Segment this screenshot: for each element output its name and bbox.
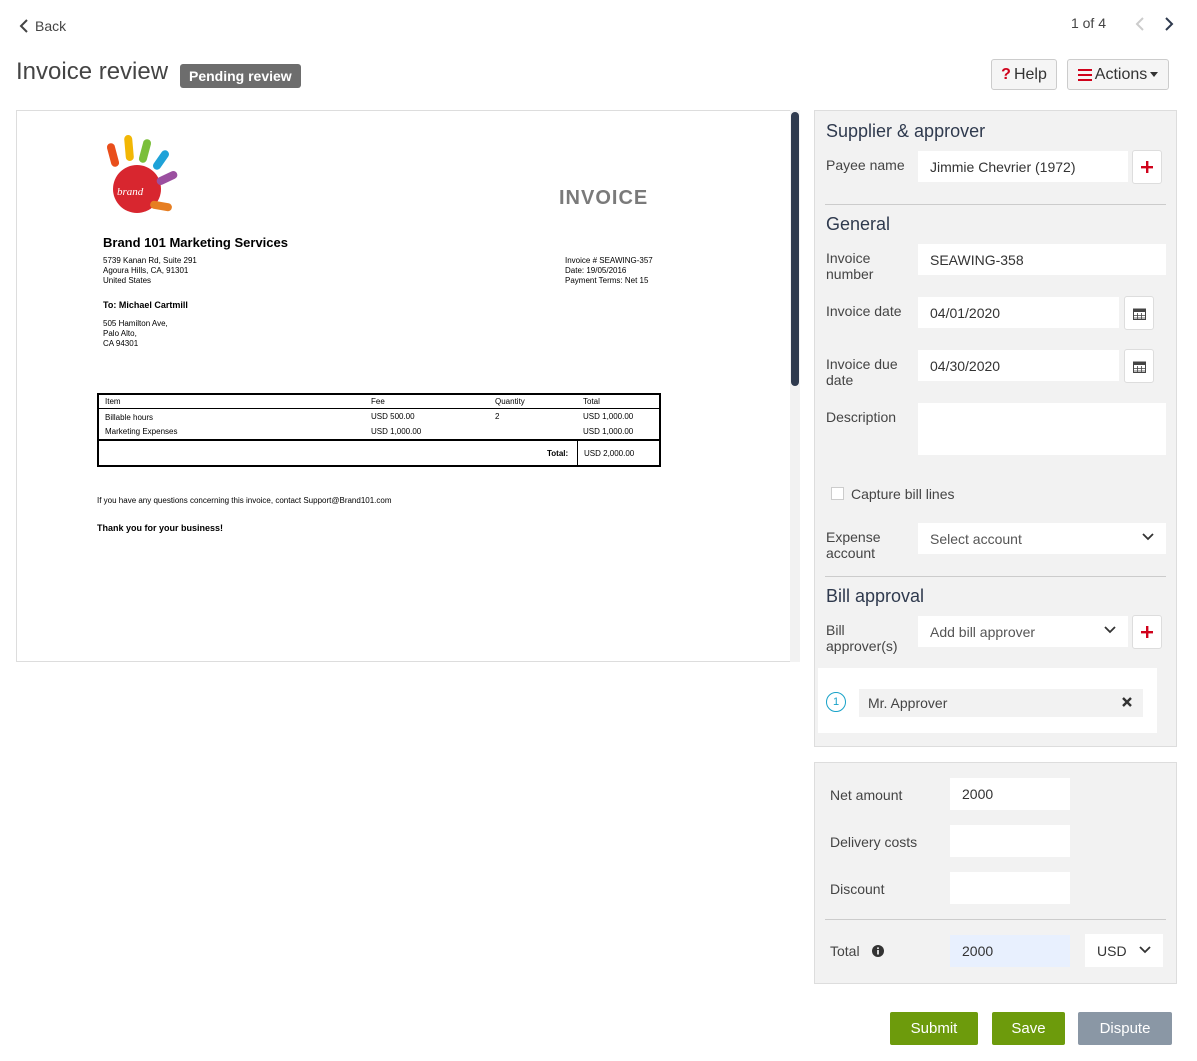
svg-text:brand: brand [117,186,144,198]
expense-account-select[interactable]: Select account [918,523,1166,554]
approver-chip: Mr. Approver [859,689,1143,717]
close-icon[interactable] [1121,696,1133,708]
submit-button[interactable]: Submit [890,1012,978,1045]
approver-order-badge: 1 [826,692,846,712]
help-label: Help [1013,65,1047,83]
divider [825,204,1166,205]
add-approver-button[interactable] [1132,615,1162,649]
add-approver-select[interactable]: Add bill approver [918,616,1128,647]
chevron-down-icon [1104,626,1116,634]
chevron-down-icon [1142,533,1154,541]
expense-account-label: Expense account [826,529,881,561]
plus-icon [1141,161,1153,173]
bill-to: To: Michael Cartmill [103,300,188,310]
invoice-document: brand INVOICE Brand 101 Marketing Servic… [17,111,791,661]
caret-down-icon [1150,72,1159,77]
approvers-label: Bill approver(s) [826,622,898,654]
chevron-down-icon [1139,946,1151,954]
company-name: Brand 101 Marketing Services [103,235,288,250]
add-payee-button[interactable] [1132,150,1162,184]
company-address: 5739 Kanan Rd, Suite 291 Agoura Hills, C… [103,256,197,285]
invoice-number-input[interactable]: SEAWING-358 [918,244,1166,275]
total-label-wrap: Total [830,943,884,959]
table-body: Billable hours USD 500.00 2 USD 1,000.00… [99,409,659,441]
payee-input[interactable]: Jimmie Chevrier (1972) [918,151,1128,182]
invoice-date-label: Invoice date [826,303,902,319]
due-date-label: Invoice due date [826,356,898,388]
invoice-meta: Invoice # SEAWING-357 Date: 19/05/2016 P… [565,256,653,285]
divider [825,576,1166,577]
scrollbar-thumb[interactable] [791,112,799,386]
viewer-scrollbar[interactable] [790,110,800,662]
bill-to-address: 505 Hamilton Ave, Palo Alto, CA 94301 [103,319,168,348]
table-footer: Total: USD 2,000.00 [99,441,659,465]
approval-section-title: Bill approval [826,586,925,606]
invoice-form-panel: Supplier & approver Payee name Jimmie Ch… [814,110,1177,747]
description-label: Description [826,409,897,425]
invoice-table: Item Fee Quantity Total Billable hours U… [97,393,661,467]
delivery-costs-label: Delivery costs [830,834,918,850]
chevron-right-icon[interactable] [1163,17,1175,31]
dispute-button[interactable]: Dispute [1078,1012,1172,1045]
invoice-heading: INVOICE [559,187,649,209]
due-date-picker-button[interactable] [1124,349,1154,383]
invoice-number-label: Invoice number [826,250,874,282]
supplier-section-title: Supplier & approver [826,121,986,141]
thanks-note: Thank you for your business! [97,523,224,533]
back-label: Back [35,18,67,34]
due-date-input[interactable]: 04/30/2020 [918,350,1119,381]
totals-panel: Net amount 2000 Delivery costs Discount … [814,762,1177,984]
back-link[interactable]: Back [19,18,66,34]
approver-name: Mr. Approver [868,695,948,711]
menu-icon [1077,68,1092,81]
total-input[interactable]: 2000 [950,935,1070,967]
contact-note: If you have any questions concerning thi… [97,496,392,505]
total-label: Total [830,943,860,959]
calendar-icon [1132,308,1146,320]
pager-text: 1 of 4 [1070,15,1106,31]
calendar-icon [1132,361,1146,373]
actions-button[interactable]: Actions [1067,59,1169,90]
plus-icon [1141,626,1153,638]
currency-select[interactable]: USD [1085,934,1163,967]
discount-input[interactable] [950,872,1070,904]
actions-label: Actions [1094,65,1148,83]
description-textarea[interactable] [918,403,1166,455]
net-amount-input[interactable]: 2000 [950,778,1070,810]
help-button[interactable]: ? Help [991,59,1057,90]
document-viewer[interactable]: brand INVOICE Brand 101 Marketing Servic… [16,110,800,662]
save-button[interactable]: Save [992,1012,1065,1045]
invoice-date-input[interactable]: 04/01/2020 [918,297,1119,328]
approver-list-item: 1 Mr. Approver [818,668,1157,733]
info-icon[interactable] [871,945,884,957]
page-title: Invoice review [16,58,169,85]
chevron-left-icon[interactable] [1134,17,1146,31]
general-section-title: General [826,214,891,234]
brand-logo: brand [106,135,178,213]
invoice-date-picker-button[interactable] [1124,296,1154,330]
question-icon: ? [1001,65,1011,83]
discount-label: Discount [830,881,885,897]
capture-lines-label: Capture bill lines [851,486,955,502]
net-amount-label: Net amount [830,787,903,803]
table-header: Item Fee Quantity Total [99,395,659,409]
divider [825,919,1166,920]
capture-lines-checkbox[interactable] [831,487,844,500]
payee-label: Payee name [826,157,905,173]
status-badge: Pending review [180,64,301,88]
delivery-costs-input[interactable] [950,825,1070,857]
chevron-left-icon [19,19,28,33]
